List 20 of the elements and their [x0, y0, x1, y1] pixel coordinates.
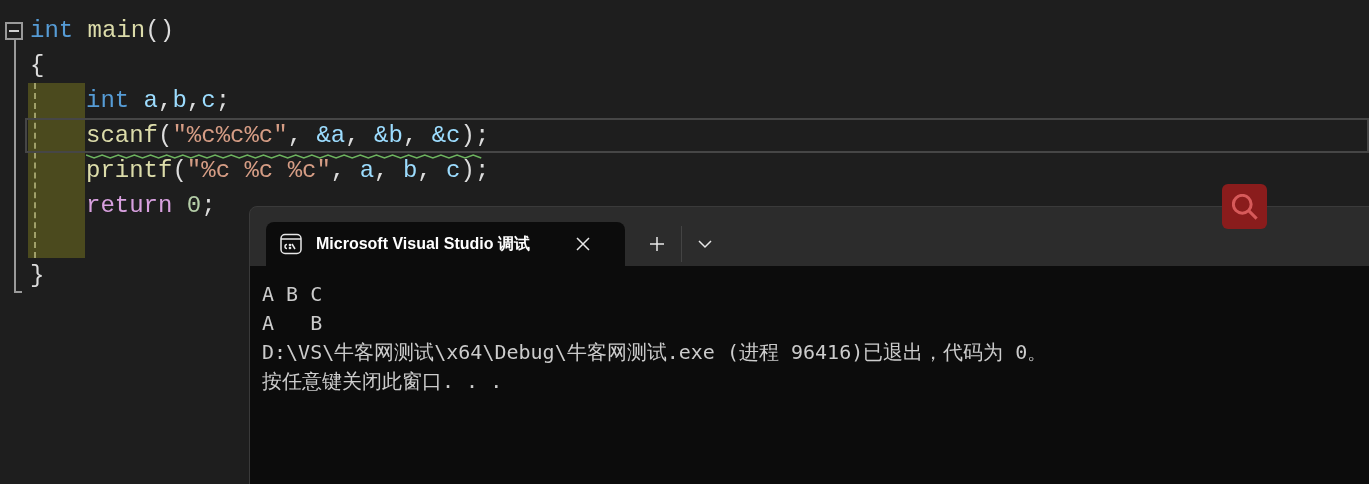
search-button[interactable]	[1222, 184, 1267, 229]
console-output-line: A B	[262, 310, 324, 337]
tab-title: Microsoft Visual Studio 调试	[316, 234, 531, 254]
code-line: int a,b,c;	[86, 86, 231, 114]
code-line: printf("%c %c %c", a, b, c);	[86, 156, 490, 184]
console-output-line: D:\VS\牛客网测试\x64\Debug\牛客网测试.exe (进程 96416)已退出，代码为 0。	[262, 339, 1049, 366]
close-icon[interactable]	[576, 237, 590, 251]
chevron-down-icon[interactable]	[698, 239, 712, 249]
code-line: scanf("%c%c%c", &a, &b, &c);	[86, 121, 490, 149]
code-line: }	[30, 260, 45, 291]
search-icon	[1231, 193, 1258, 220]
console-icon	[280, 233, 302, 255]
collapse-icon[interactable]	[5, 22, 23, 40]
add-tab-icon[interactable]	[649, 236, 665, 252]
code-line: int main()	[30, 15, 175, 46]
terminal-tab[interactable]: Microsoft Visual Studio 调试	[266, 222, 625, 266]
code-line: return 0;	[86, 191, 216, 219]
console-output-line: A B C	[262, 281, 324, 308]
console-output-line: 按任意键关闭此窗口. . .	[262, 368, 504, 395]
code-line: {	[30, 50, 45, 81]
